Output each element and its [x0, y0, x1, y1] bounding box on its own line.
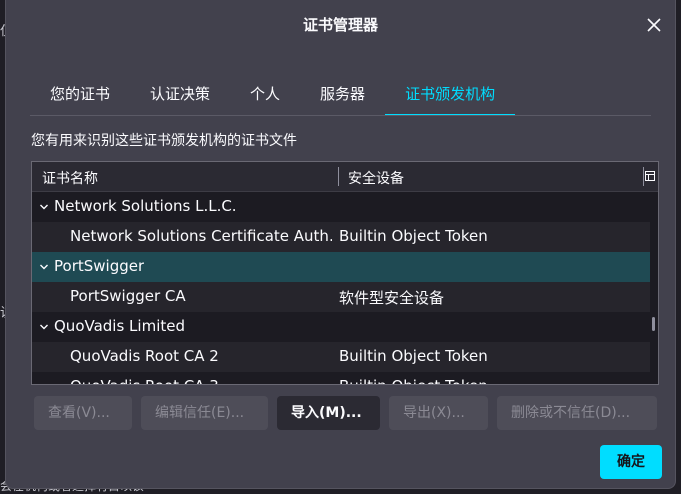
tab-auth-decisions[interactable]: 认证决策	[130, 74, 230, 114]
group-name: QuoVadis Limited	[54, 317, 185, 335]
chevron-down-icon[interactable]	[38, 321, 50, 333]
import-button[interactable]: 导入(M)...	[277, 396, 380, 430]
tree-header: 证书名称 安全设备	[32, 162, 658, 192]
dialog-title: 证书管理器	[302, 16, 378, 34]
certificate-name: QuoVadis Root CA 2	[70, 347, 219, 365]
close-button[interactable]	[643, 14, 665, 36]
certificate-tree[interactable]: 证书名称 安全设备 Network Solutions L.L.C. Networ…	[31, 161, 659, 385]
column-splitter[interactable]	[338, 167, 339, 186]
security-device: Builtin Object Token	[339, 347, 488, 365]
chevron-down-icon[interactable]	[38, 261, 50, 273]
tab-your-certificates[interactable]: 您的证书	[30, 74, 130, 114]
tab-servers[interactable]: 服务器	[300, 74, 385, 114]
tree-row[interactable]: QuoVadis Root CA 3 Builtin Object Token	[32, 372, 650, 384]
edit-trust-button[interactable]: 编辑信任(E)...	[141, 396, 268, 430]
security-device: Builtin Object Token	[339, 227, 488, 245]
column-header-device[interactable]: 安全设备	[348, 168, 404, 188]
scrollbar-thumb[interactable]	[652, 317, 655, 331]
tree-row[interactable]: Network Solutions Certificate Auth… Built…	[32, 222, 650, 252]
delete-or-distrust-button[interactable]: 删除或不信任(D)...	[497, 396, 657, 430]
tabs-divider	[30, 115, 651, 116]
certificate-name: PortSwigger CA	[70, 287, 186, 305]
certificate-manager-dialog: 证书管理器 您的证书 认证决策 个人 服务器 证书颁发机构 您有用来识别这些证书…	[5, 0, 676, 489]
tree-group-row[interactable]: PortSwigger	[32, 252, 650, 282]
certificate-name: QuoVadis Root CA 3	[70, 377, 219, 384]
column-header-name[interactable]: 证书名称	[42, 168, 98, 188]
tree-rows: Network Solutions L.L.C. Network Solution…	[32, 192, 650, 384]
column-picker-icon[interactable]	[644, 169, 656, 183]
close-icon	[647, 18, 661, 32]
certificate-name: Network Solutions Certificate Auth…	[70, 227, 332, 245]
group-name: Network Solutions L.L.C.	[54, 197, 237, 215]
ok-button[interactable]: 确定	[600, 445, 662, 479]
tab-people[interactable]: 个人	[230, 74, 300, 114]
tree-group-row[interactable]: Network Solutions L.L.C.	[32, 192, 650, 222]
tree-scrollbar[interactable]	[650, 192, 658, 384]
view-button[interactable]: 查看(V)...	[34, 396, 132, 430]
tree-row[interactable]: QuoVadis Root CA 2 Builtin Object Token	[32, 342, 650, 372]
chevron-down-icon[interactable]	[38, 201, 50, 213]
tree-row[interactable]: PortSwigger CA 软件型安全设备	[32, 282, 650, 312]
tree-group-row[interactable]: QuoVadis Limited	[32, 312, 650, 342]
export-button[interactable]: 导出(X)...	[389, 396, 488, 430]
dialog-titlebar: 证书管理器	[6, 0, 675, 50]
security-device: Builtin Object Token	[339, 377, 488, 384]
tab-authorities[interactable]: 证书颁发机构	[385, 74, 516, 116]
group-name: PortSwigger	[54, 257, 145, 275]
action-buttons: 查看(V)... 编辑信任(E)... 导入(M)... 导出(X)... 删除…	[34, 396, 657, 430]
security-device: 软件型安全设备	[339, 289, 445, 307]
tab-strip: 您的证书 认证决策 个人 服务器 证书颁发机构	[30, 74, 516, 116]
panel-description: 您有用来识别这些证书颁发机构的证书文件	[31, 133, 297, 149]
